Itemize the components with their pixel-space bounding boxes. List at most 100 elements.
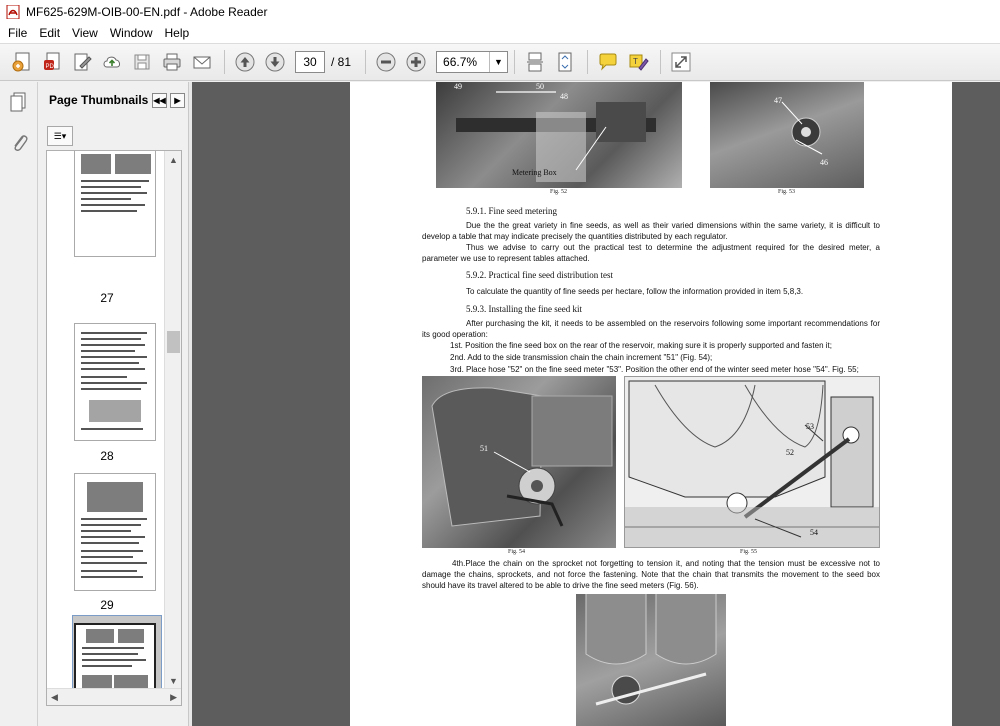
thumbnail-label: 28	[100, 449, 114, 463]
zoom-value: 66.7%	[443, 55, 478, 69]
fig54-photo	[422, 376, 616, 548]
thumb-text-line	[81, 368, 145, 370]
thumbnail-options-button[interactable]: ☰▾	[47, 126, 73, 146]
email-button[interactable]	[188, 48, 216, 76]
attachments-tab[interactable]	[0, 122, 38, 162]
edit-button[interactable]	[68, 48, 96, 76]
create-pdf-icon	[12, 52, 30, 72]
arrow-down-icon	[265, 52, 285, 72]
fit-page-icon	[558, 52, 572, 72]
thumb-image	[86, 629, 114, 643]
chevron-down-icon[interactable]: ▼	[165, 672, 181, 689]
save-icon	[134, 54, 150, 70]
thumb-text-line	[81, 198, 131, 200]
callout-47: 47	[774, 96, 782, 105]
chevron-right-icon[interactable]: ▶	[170, 692, 177, 703]
expand-right-button[interactable]: ▶	[170, 92, 185, 108]
create-pdf-button[interactable]	[8, 48, 36, 76]
thumb-text-line	[81, 518, 147, 520]
callout-51: 51	[480, 444, 488, 453]
thumb-image	[89, 400, 141, 422]
heading-5-9-3: 5.9.3. Installing the fine seed kit	[466, 304, 582, 314]
thumb-text-line	[81, 186, 141, 188]
page-total: / 81	[331, 55, 352, 69]
page-number-input[interactable]: 30	[295, 51, 325, 73]
menu-edit[interactable]: Edit	[33, 26, 66, 40]
thumb-image	[81, 154, 111, 174]
paragraph-592: To calculate the quantity of fine seeds …	[466, 287, 804, 296]
menu-bar: File Edit View Window Help	[0, 23, 1000, 43]
step-3: 3rd. Place hose "52" on the fine seed me…	[450, 365, 859, 374]
thumbnail-page[interactable]	[74, 323, 156, 441]
zoom-select[interactable]: 66.7% ▼	[436, 51, 509, 73]
fig54-caption: Fig. 54	[508, 549, 526, 555]
thumbnail-horizontal-scrollbar[interactable]: ◀ ▶	[47, 688, 181, 705]
thumb-text-line	[81, 388, 141, 390]
thumbnail-page[interactable]	[74, 473, 156, 591]
chevron-left-icon[interactable]: ◀	[51, 692, 58, 703]
svg-text:T: T	[633, 57, 638, 66]
document-view[interactable]: 49 50 48 Metering Box Fig. 52 47 46 Fig.…	[192, 82, 1000, 726]
pages-icon	[10, 92, 26, 112]
cloud-upload-button[interactable]	[98, 48, 126, 76]
paperclip-icon	[14, 135, 28, 151]
toolbar: PDF 30 / 81 66.7% ▼ T	[0, 43, 1000, 81]
thumb-text-line	[81, 542, 139, 544]
next-page-button[interactable]	[261, 48, 289, 76]
callout-46: 46	[820, 158, 828, 167]
step-2: 2nd. Add to the side transmission chain …	[450, 353, 713, 362]
arrow-up-icon	[235, 52, 255, 72]
highlight-button[interactable]: T	[624, 48, 652, 76]
print-button[interactable]	[158, 48, 186, 76]
comment-button[interactable]	[594, 48, 622, 76]
chevron-up-icon[interactable]: ▲	[165, 151, 181, 168]
menu-view[interactable]: View	[66, 26, 104, 40]
thumbnails-header: Page Thumbnails ◀◀ ▶	[39, 82, 188, 118]
thumbnail-page[interactable]	[74, 151, 156, 257]
thumb-text-line	[81, 204, 145, 206]
fig56-photo	[576, 594, 726, 726]
toolbar-separator	[660, 50, 662, 74]
convert-button[interactable]: PDF	[38, 48, 66, 76]
full-screen-button[interactable]	[667, 48, 695, 76]
thumb-text-line	[81, 180, 149, 182]
scrolling-mode-button[interactable]	[521, 48, 549, 76]
menu-file[interactable]: File	[2, 26, 33, 40]
save-button[interactable]	[128, 48, 156, 76]
toolbar-separator	[587, 50, 589, 74]
fig53-caption: Fig. 53	[778, 189, 796, 195]
fig53-photo	[710, 82, 864, 188]
fig55-drawing	[624, 376, 880, 548]
menu-window[interactable]: Window	[104, 26, 159, 40]
menu-help[interactable]: Help	[159, 26, 196, 40]
thumb-image	[118, 629, 144, 643]
fig52-caption: Fig. 52	[550, 189, 568, 195]
thumb-text-line	[81, 556, 133, 558]
zoom-in-button[interactable]	[402, 48, 430, 76]
thumbnail-list: 27 28 29 ▲ ▼ ◀ ▶	[46, 150, 182, 706]
toolbar-separator	[224, 50, 225, 74]
chevron-down-icon[interactable]: ▼	[489, 52, 507, 72]
fig54-illustration	[431, 387, 613, 527]
window-title: MF625-629M-OIB-00-EN.pdf - Adobe Reader	[26, 4, 268, 19]
thumb-text-line	[82, 653, 138, 655]
zoom-out-button[interactable]	[372, 48, 400, 76]
collapse-left-button[interactable]: ◀◀	[152, 92, 167, 108]
callout-50: 50	[536, 82, 544, 91]
previous-page-button[interactable]	[231, 48, 259, 76]
heading-5-9-1: 5.9.1. Fine seed metering	[466, 206, 557, 216]
thumb-text-line	[81, 356, 147, 358]
thumbnail-vertical-scrollbar[interactable]: ▲ ▼	[164, 151, 181, 689]
thumb-text-line	[81, 428, 143, 430]
step-4: 4th.Place the chain on the sprocket not …	[422, 559, 880, 590]
panel-title: Page Thumbnails	[49, 93, 149, 107]
fig52-photo	[436, 82, 682, 188]
page-thumbnails-tab[interactable]	[0, 82, 38, 122]
fit-page-button[interactable]	[551, 48, 579, 76]
thumb-text-line	[81, 576, 143, 578]
scrollbar-thumb[interactable]	[167, 331, 180, 353]
thumb-text-line	[81, 192, 147, 194]
thumb-text-line	[81, 338, 141, 340]
metering-box-label: Metering Box	[512, 168, 557, 177]
edit-pdf-icon	[74, 53, 92, 71]
